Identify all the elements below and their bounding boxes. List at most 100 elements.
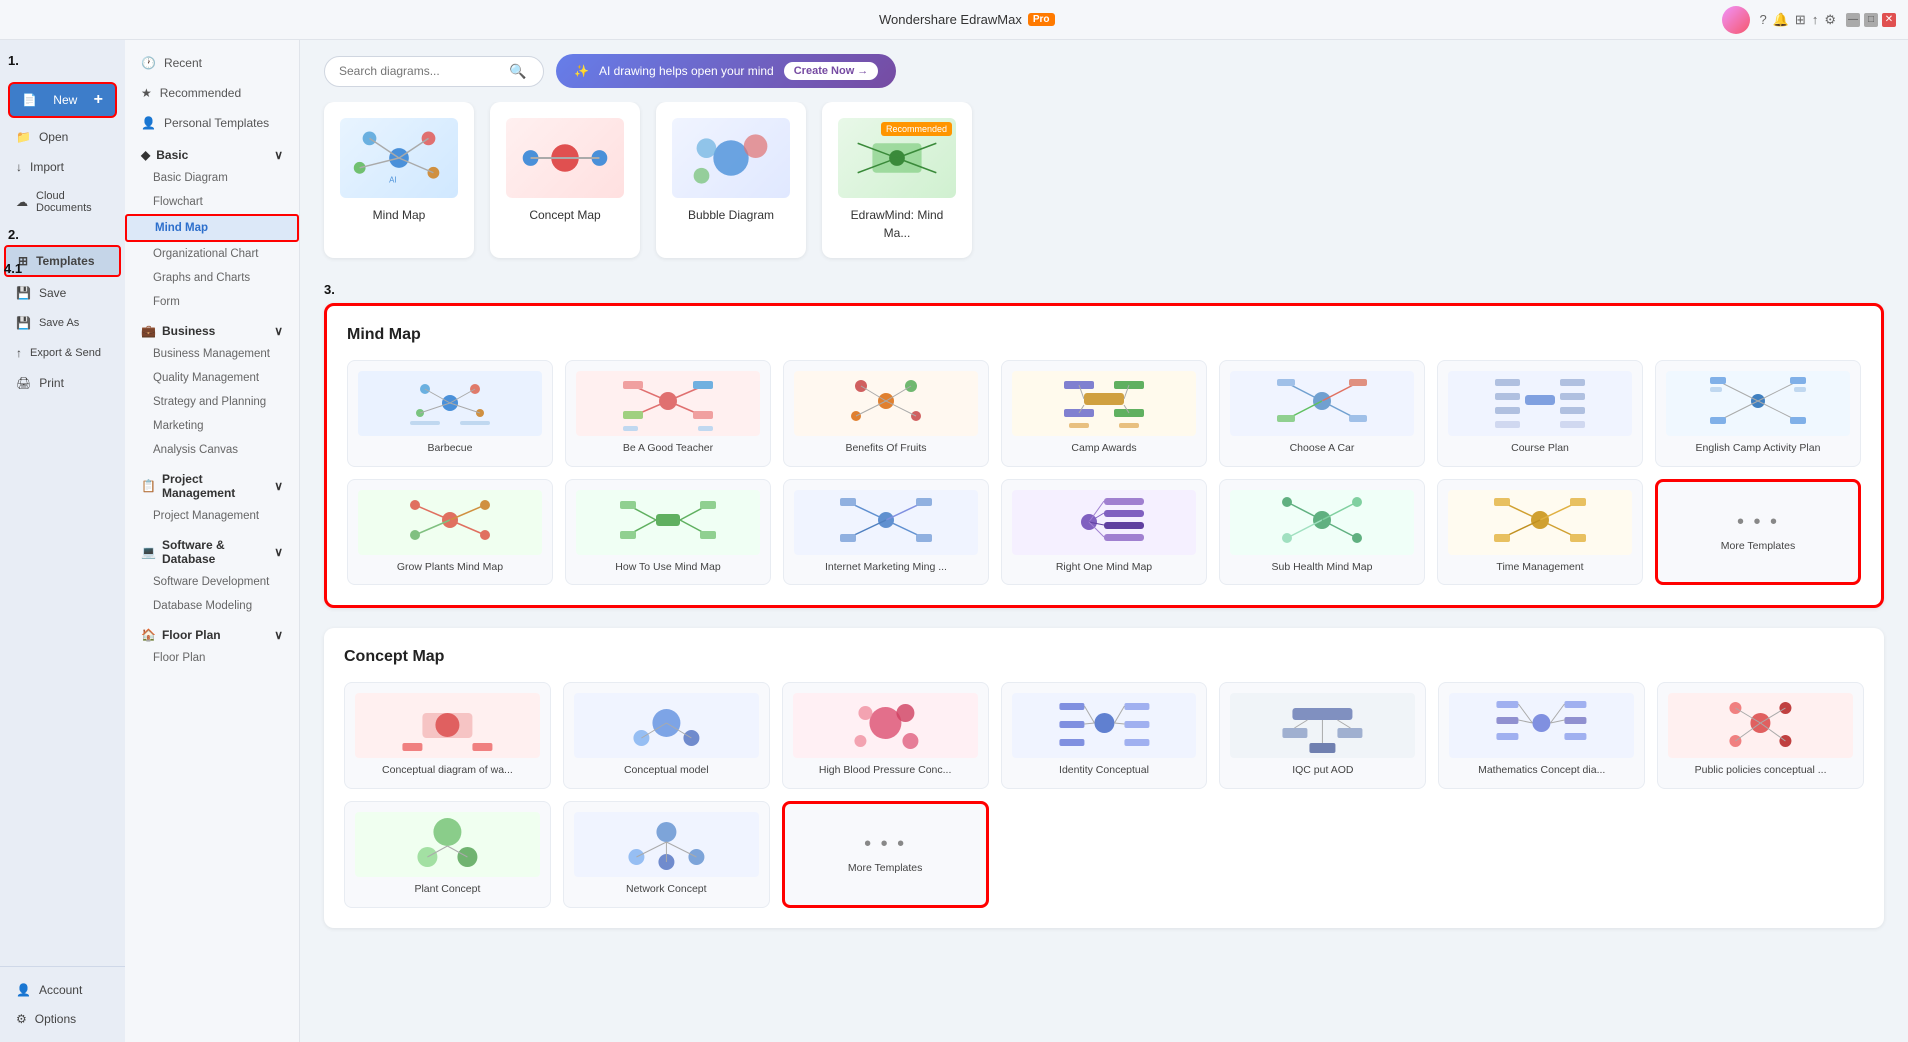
search-box[interactable]: 🔍	[324, 56, 544, 87]
new-button[interactable]: 📄 New +	[8, 82, 117, 118]
nav-project-mgmt[interactable]: Project Management	[125, 504, 299, 528]
camp-awards-thumb	[1012, 371, 1196, 436]
bubble-thumb	[672, 118, 790, 198]
nav-personal-templates[interactable]: 👤 Personal Templates	[125, 108, 299, 138]
recent-icon: 🕐	[141, 56, 156, 70]
template-course-plan[interactable]: Course Plan	[1437, 360, 1643, 467]
good-teacher-thumb	[576, 371, 760, 436]
save-as-icon: 💾	[16, 316, 31, 330]
more-concept-templates-button[interactable]: • • • More Templates	[782, 801, 989, 908]
nav-floor-plan[interactable]: Floor Plan	[125, 646, 299, 670]
good-teacher-label: Be A Good Teacher	[576, 442, 760, 456]
template-how-use[interactable]: How To Use Mind Map	[565, 479, 771, 586]
save-as-button[interactable]: 💾 Save As	[4, 309, 121, 337]
conceptual-diagram-thumb	[355, 693, 540, 758]
network-concept-label: Network Concept	[574, 883, 759, 897]
nav-basic-diagram[interactable]: Basic Diagram	[125, 166, 299, 190]
template-plant-concept[interactable]: Plant Concept	[344, 801, 551, 908]
template-identity-conceptual[interactable]: Identity Conceptual	[1001, 682, 1208, 789]
template-network-concept[interactable]: Network Concept	[563, 801, 770, 908]
create-now-button[interactable]: Create Now →	[784, 62, 879, 80]
nav-section-business[interactable]: 💼 Business ∨	[125, 314, 299, 342]
template-sub-health[interactable]: Sub Health Mind Map	[1219, 479, 1425, 586]
nav-section-basic[interactable]: ◆ Basic ∨	[125, 138, 299, 166]
sub-health-thumb	[1230, 490, 1414, 555]
mindmap-section: Mind Map	[324, 303, 1884, 608]
template-iqc[interactable]: IQC put AOD	[1219, 682, 1426, 789]
print-button[interactable]: 🖨 Print	[4, 369, 121, 397]
nav-section-floor[interactable]: 🏠 Floor Plan ∨	[125, 618, 299, 646]
bell-icon[interactable]: 🔔	[1773, 12, 1789, 28]
import-button[interactable]: ↓ Import	[4, 153, 121, 181]
help-icon[interactable]: ?	[1760, 12, 1767, 27]
template-camp-awards[interactable]: Camp Awards	[1001, 360, 1207, 467]
step2-label: 2.	[8, 227, 19, 242]
export-icon: ↑	[16, 346, 22, 360]
export-button[interactable]: ↑ Export & Send	[4, 339, 121, 367]
chevron-down-icon2: ∨	[274, 324, 283, 338]
svg-text:AI: AI	[389, 176, 396, 185]
nav-quality-mgmt[interactable]: Quality Management	[125, 366, 299, 390]
business-icon: 💼	[141, 324, 156, 338]
category-card-mindmap[interactable]: AI Mind Map	[324, 102, 474, 258]
camp-awards-label: Camp Awards	[1012, 442, 1196, 456]
user-avatar[interactable]	[1722, 6, 1750, 34]
open-icon: 📁	[16, 130, 31, 144]
conceptual-diagram-label: Conceptual diagram of wa...	[355, 764, 540, 778]
nav-software-dev[interactable]: Software Development	[125, 570, 299, 594]
template-english-camp[interactable]: English Camp Activity Plan	[1655, 360, 1861, 467]
template-choose-car[interactable]: Choose A Car	[1219, 360, 1425, 467]
nav-graphs-charts[interactable]: Graphs and Charts	[125, 266, 299, 290]
maximize-button[interactable]: □	[1864, 13, 1878, 27]
close-button[interactable]: ✕	[1882, 13, 1896, 27]
template-mathematics[interactable]: Mathematics Concept dia...	[1438, 682, 1645, 789]
template-grow-plants[interactable]: Grow Plants Mind Map	[347, 479, 553, 586]
nav-form[interactable]: Form	[125, 290, 299, 314]
template-conceptual-model[interactable]: Conceptual model	[563, 682, 770, 789]
nav-recent[interactable]: 🕐 Recent	[125, 48, 299, 78]
ai-banner[interactable]: ✨ AI drawing helps open your mind Create…	[556, 54, 896, 88]
cloud-label: Cloud Documents	[36, 190, 109, 214]
sidebar-bottom: 👤 Account ⚙ Options	[0, 966, 125, 1034]
save-button[interactable]: 💾 Save 4.1	[4, 279, 121, 307]
layout-icon[interactable]: ⊞	[1795, 12, 1806, 28]
minimize-button[interactable]: —	[1846, 13, 1860, 27]
template-blood-pressure[interactable]: High Blood Pressure Conc...	[782, 682, 989, 789]
nav-db-modeling[interactable]: Database Modeling	[125, 594, 299, 618]
template-internet-marketing[interactable]: Internet Marketing Ming ...	[783, 479, 989, 586]
category-card-edrawmind[interactable]: Recommended EdrawMind: Mind Ma...	[822, 102, 972, 258]
nav-mind-map[interactable]: Mind Map	[125, 214, 299, 242]
nav-business-mgmt[interactable]: Business Management	[125, 342, 299, 366]
nav-org-chart[interactable]: Organizational Chart	[125, 242, 299, 266]
nav-flowchart[interactable]: Flowchart	[125, 190, 299, 214]
account-button[interactable]: 👤 Account	[4, 976, 121, 1004]
mindmap-row1: Barbecue	[347, 360, 1861, 467]
more-templates-button[interactable]: • • • More Templates	[1655, 479, 1861, 586]
nav-section-project[interactable]: 📋 Project Management ∨	[125, 462, 299, 504]
template-benefits-fruits[interactable]: Benefits Of Fruits	[783, 360, 989, 467]
concept-map-row2: Plant Concept	[344, 801, 1864, 908]
template-time-mgmt[interactable]: Time Management	[1437, 479, 1643, 586]
options-button[interactable]: ⚙ Options	[4, 1005, 121, 1033]
nav-marketing[interactable]: Marketing	[125, 414, 299, 438]
cloud-docs-button[interactable]: ☁ Cloud Documents	[4, 183, 121, 221]
english-camp-label: English Camp Activity Plan	[1666, 442, 1850, 456]
nav-analysis[interactable]: Analysis Canvas	[125, 438, 299, 462]
blood-pressure-thumb	[793, 693, 978, 758]
nav-strategy[interactable]: Strategy and Planning	[125, 390, 299, 414]
template-good-teacher[interactable]: Be A Good Teacher	[565, 360, 771, 467]
category-card-conceptmap[interactable]: Concept Map	[490, 102, 640, 258]
ai-text: AI drawing helps open your mind	[599, 64, 774, 78]
template-public-policies[interactable]: Public policies conceptual ...	[1657, 682, 1864, 789]
nav-section-software[interactable]: 💻 Software & Database ∨	[125, 528, 299, 570]
template-conceptual-diagram[interactable]: Conceptual diagram of wa...	[344, 682, 551, 789]
nav-recommended[interactable]: ★ Recommended	[125, 78, 299, 108]
options-icon: ⚙	[16, 1012, 27, 1026]
template-right-one[interactable]: Right One Mind Map	[1001, 479, 1207, 586]
settings-icon[interactable]: ⚙	[1824, 12, 1836, 28]
template-barbecue[interactable]: Barbecue	[347, 360, 553, 467]
search-input[interactable]	[339, 64, 509, 78]
share-icon[interactable]: ↑	[1812, 12, 1819, 27]
open-button[interactable]: 📁 Open	[4, 123, 121, 151]
category-card-bubble[interactable]: Bubble Diagram	[656, 102, 806, 258]
